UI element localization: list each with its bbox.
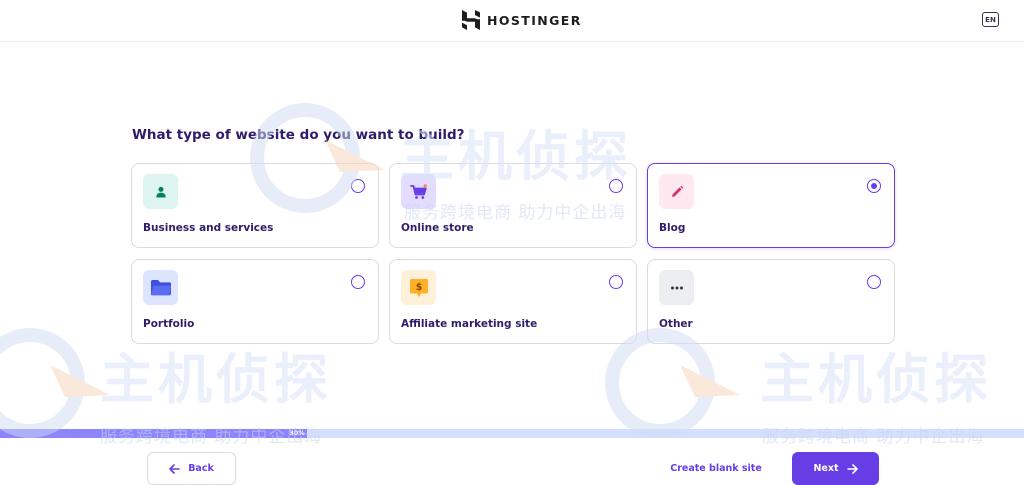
next-button[interactable]: Next: [792, 452, 879, 485]
option-radio-selected[interactable]: [867, 179, 881, 193]
progress-bar: 30%: [0, 429, 1024, 438]
arrow-left-icon: [169, 463, 180, 474]
option-label: Business and services: [143, 222, 274, 234]
option-radio[interactable]: [351, 179, 365, 193]
option-blog[interactable]: Blog: [647, 163, 895, 248]
folder-icon: [143, 270, 178, 305]
option-label: Other: [659, 318, 693, 330]
brand-logo[interactable]: HOSTINGER: [462, 9, 582, 31]
more-dots-icon: [659, 270, 694, 305]
create-blank-site-label: Create blank site: [670, 463, 762, 474]
page-title: What type of website do you want to buil…: [132, 127, 465, 143]
option-radio[interactable]: [351, 275, 365, 289]
progress-percent: 30%: [289, 429, 305, 437]
option-label: Online store: [401, 222, 474, 234]
brand-name: HOSTINGER: [487, 12, 582, 28]
shopping-cart-icon: [401, 174, 436, 209]
hostinger-logo-icon: [462, 10, 480, 30]
option-label: Affiliate marketing site: [401, 318, 538, 330]
back-button-label: Back: [188, 463, 214, 474]
option-radio[interactable]: [867, 275, 881, 289]
next-button-label: Next: [813, 463, 839, 474]
watermark-title: 主机侦探: [760, 348, 992, 411]
option-business-and-services[interactable]: Business and services: [131, 163, 379, 248]
progress-fill: [0, 429, 308, 438]
watermark-title: 主机侦探: [100, 348, 332, 411]
watermark-logo-icon: [0, 328, 110, 438]
pencil-icon: [659, 174, 694, 209]
option-label: Blog: [659, 222, 686, 234]
option-affiliate-marketing-site[interactable]: $ Affiliate marketing site: [389, 259, 637, 344]
create-blank-site-button[interactable]: Create blank site: [668, 452, 764, 485]
option-online-store[interactable]: Online store: [389, 163, 637, 248]
top-bar: HOSTINGER EN: [0, 0, 1024, 42]
page: HOSTINGER EN What type of website do you…: [0, 0, 1024, 485]
arrow-right-icon: [846, 463, 858, 474]
option-radio[interactable]: [609, 275, 623, 289]
option-radio[interactable]: [609, 179, 623, 193]
person-icon: [143, 174, 178, 209]
back-button[interactable]: Back: [147, 452, 236, 485]
option-portfolio[interactable]: Portfolio: [131, 259, 379, 344]
option-other[interactable]: Other: [647, 259, 895, 344]
option-label: Portfolio: [143, 318, 195, 330]
svg-text:$: $: [415, 282, 422, 293]
dollar-chat-icon: $: [401, 270, 436, 305]
language-selector[interactable]: EN: [982, 12, 999, 27]
